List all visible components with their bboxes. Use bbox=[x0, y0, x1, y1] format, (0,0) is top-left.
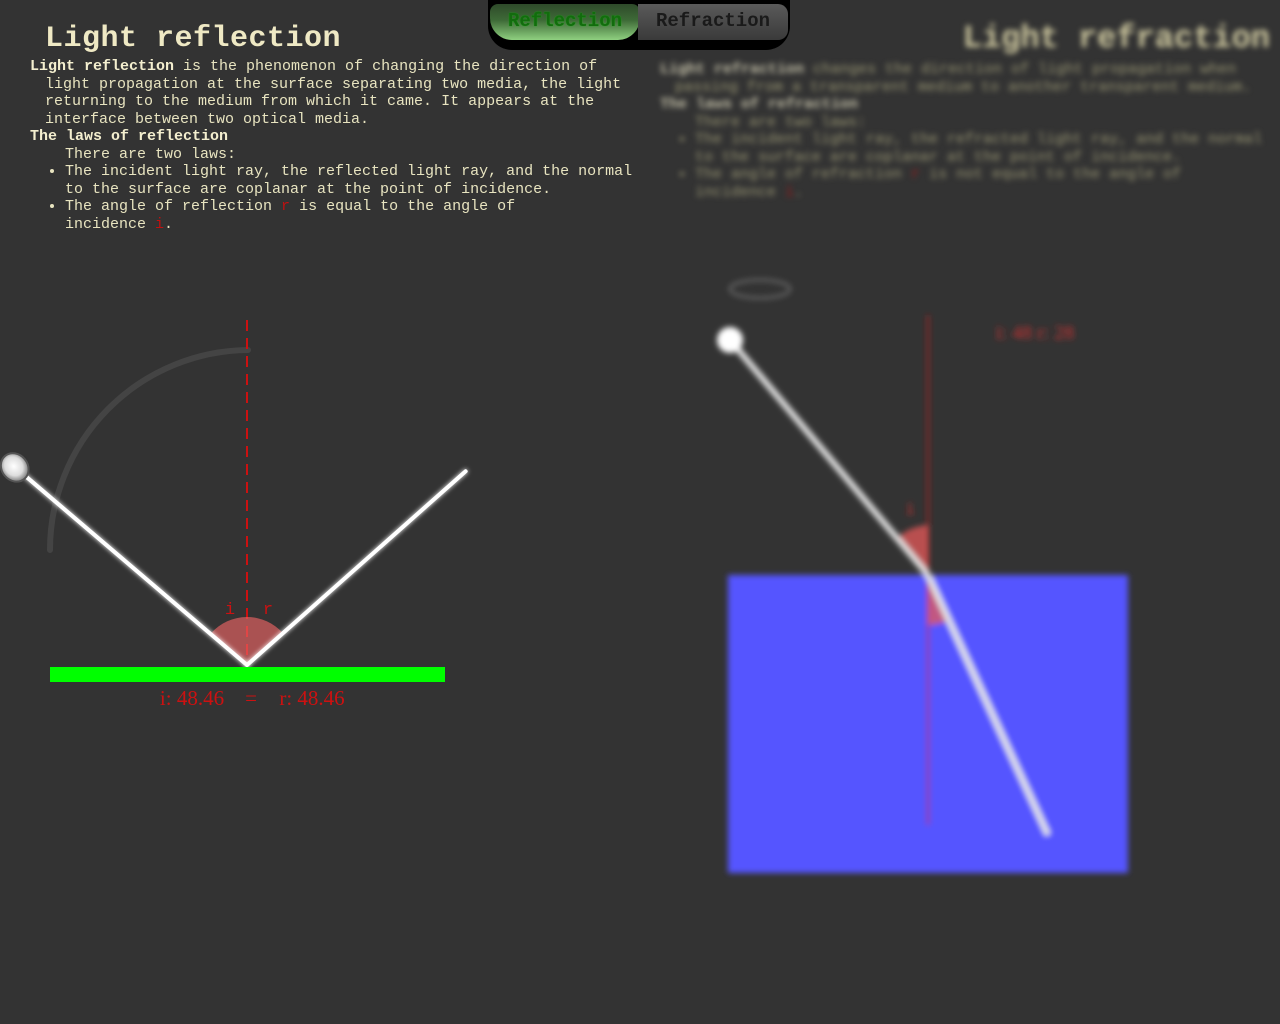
readout-equals: = bbox=[245, 686, 257, 710]
reflected-ray bbox=[245, 469, 468, 667]
readout-reflection: r: 48.46 bbox=[279, 686, 344, 710]
refraction-scene: i i: 48 r: 28 bbox=[717, 279, 1128, 873]
angle-r-label: r bbox=[263, 601, 273, 620]
refraction-readout: i: 48 r: 28 bbox=[996, 322, 1074, 344]
refraction-toggle-ring bbox=[729, 279, 791, 299]
refraction-incident-ray bbox=[727, 338, 931, 577]
mirror-surface bbox=[50, 667, 445, 682]
reflection-scene: i r i: 48.46 = r: 48.46 bbox=[0, 320, 468, 710]
refraction-angle-i-label: i bbox=[905, 501, 915, 519]
refraction-lamp-icon bbox=[717, 327, 743, 353]
incident-ray bbox=[22, 473, 249, 667]
angle-i-label: i bbox=[225, 601, 235, 620]
readout-incidence: i: 48.46 bbox=[160, 686, 224, 710]
simulation-canvas: i r i: 48.46 = r: 48.46 i i: 48 r: 28 bbox=[0, 279, 1128, 873]
